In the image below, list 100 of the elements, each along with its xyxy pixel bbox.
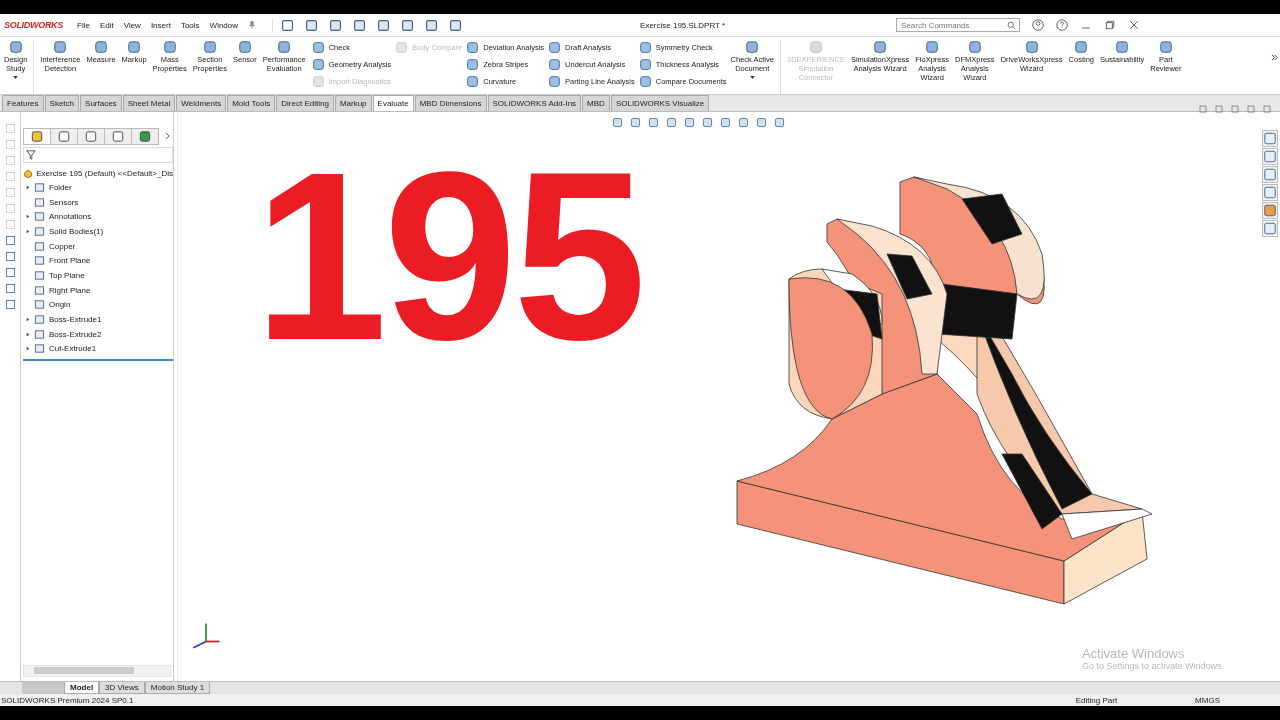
help-icon[interactable]	[1056, 19, 1069, 31]
caret-icon[interactable]	[13, 76, 19, 79]
tool-icon	[548, 75, 562, 88]
toolbar-icon[interactable]	[353, 18, 367, 32]
panel-tab-icon[interactable]	[23, 127, 51, 145]
search-icon[interactable]	[1007, 20, 1017, 30]
view-tool-icon[interactable]	[755, 115, 768, 129]
ribbon-tab[interactable]: MBD	[582, 95, 610, 111]
view-tool-icon[interactable]	[719, 115, 732, 129]
restore-icon[interactable]	[1104, 19, 1117, 31]
panel-tab-icon[interactable]	[50, 127, 78, 145]
ribbon-tab[interactable]: Mold Tools	[227, 95, 276, 111]
task-pane-icon[interactable]	[1262, 166, 1278, 183]
tree-root-label[interactable]: Exercise 195 (Default) <<Default>_Dis	[36, 168, 173, 178]
view-icon[interactable]	[3, 234, 17, 247]
tool-icon	[548, 58, 562, 71]
ribbon-tab[interactable]: Markup	[334, 95, 372, 111]
tree-item[interactable]: Front Plane	[49, 256, 91, 266]
view-icon[interactable]	[3, 250, 17, 263]
ribbon-tab[interactable]: SOLIDWORKS Add-Ins	[487, 95, 582, 111]
panel-tab-icon[interactable]	[77, 127, 105, 145]
expand-arrow-icon[interactable]	[26, 317, 30, 323]
ribbon-tab[interactable]: MBD Dimensions	[414, 95, 487, 111]
tool-icon	[277, 40, 292, 54]
view-tool-icon[interactable]	[737, 115, 750, 129]
tool-icon	[638, 75, 652, 88]
toolbar-icon[interactable]	[305, 18, 319, 32]
edit-mode: Editing Part	[1075, 695, 1118, 705]
panel-tab-icon[interactable]	[131, 127, 159, 145]
tree-item[interactable]: Right Plane	[49, 285, 91, 295]
panel-tab-icon[interactable]	[104, 127, 132, 145]
view-tool-icon[interactable]	[611, 115, 624, 129]
expand-arrow-icon[interactable]	[26, 346, 30, 352]
more-icon[interactable]	[1271, 54, 1278, 61]
menu-item[interactable]: Insert	[150, 20, 171, 30]
view-icon[interactable]	[3, 266, 17, 279]
user-icon[interactable]	[1032, 19, 1045, 31]
tree-item[interactable]: Folder	[49, 182, 72, 192]
ribbon-tab[interactable]: Evaluate	[372, 95, 414, 111]
ribbon-tab[interactable]: Direct Editing	[276, 95, 334, 111]
pin-icon[interactable]	[248, 21, 257, 29]
model-tab[interactable]: 3D Views	[99, 682, 145, 694]
tree-item[interactable]: Boss-Extrude2	[49, 329, 102, 339]
task-pane-icon[interactable]	[1262, 220, 1278, 237]
task-pane-icon[interactable]	[1262, 148, 1278, 165]
ribbon-tab[interactable]: SOLIDWORKS Visualize	[610, 95, 710, 111]
view-tool-icon[interactable]	[629, 115, 642, 129]
toolbar-icon[interactable]	[449, 18, 463, 32]
chevron-icon[interactable]	[164, 132, 171, 140]
toolbar-icon[interactable]	[377, 18, 391, 32]
toolbar-icon[interactable]	[425, 18, 439, 32]
view-tool-icon[interactable]	[665, 115, 678, 129]
ribbon-tab[interactable]: Weldments	[176, 95, 227, 111]
task-pane-icon[interactable]	[1262, 202, 1278, 219]
tree-item[interactable]: Origin	[49, 300, 71, 310]
model-tab[interactable]: Motion Study 1	[144, 682, 211, 694]
ribbon-tab[interactable]: Sketch	[44, 95, 80, 111]
tool-icon	[1158, 40, 1173, 54]
feature-icon	[34, 284, 45, 296]
tree-item[interactable]: Top Plane	[49, 270, 85, 280]
expand-arrow-icon[interactable]	[26, 228, 30, 234]
menu-item[interactable]: Window	[209, 20, 239, 30]
view-icon[interactable]	[3, 298, 17, 311]
feature-icon	[34, 211, 45, 223]
ribbon-tab[interactable]: Surfaces	[80, 95, 122, 111]
unit-system[interactable]: MMGS	[1195, 695, 1220, 705]
horizontal-scrollbar[interactable]	[23, 665, 171, 677]
task-pane-icon[interactable]	[1262, 130, 1278, 147]
view-icon[interactable]	[3, 282, 17, 295]
filter-icon[interactable]	[26, 150, 36, 160]
tree-item[interactable]: Solid Bodies(1)	[49, 226, 104, 236]
tool-icon	[548, 41, 562, 54]
tree-item[interactable]: Copper	[49, 241, 76, 251]
view-tool-icon[interactable]	[701, 115, 714, 129]
tree-item[interactable]: Boss-Extrude1	[49, 315, 102, 325]
tool-icon	[745, 40, 760, 54]
tool-icon	[202, 40, 217, 54]
view-tool-icon[interactable]	[683, 115, 696, 129]
close-icon[interactable]	[1128, 19, 1141, 31]
tree-item[interactable]: Cut-Extrude1	[49, 344, 97, 354]
ribbon-tab[interactable]: Sheet Metal	[122, 95, 176, 111]
feature-icon	[34, 196, 45, 208]
tree-item[interactable]: Sensors	[49, 197, 79, 207]
menu-item[interactable]: View	[123, 20, 141, 30]
expand-arrow-icon[interactable]	[26, 184, 30, 190]
caret-icon[interactable]	[749, 76, 755, 79]
expand-arrow-icon[interactable]	[26, 214, 30, 220]
tree-item[interactable]: Annotations	[49, 212, 92, 222]
expand-arrow-icon[interactable]	[26, 331, 30, 337]
toolbar-icon[interactable]	[329, 18, 343, 32]
search-field[interactable]: Search Commands	[896, 18, 1021, 32]
menu-item[interactable]: Tools	[180, 20, 200, 30]
menu-item[interactable]: Edit	[99, 20, 114, 30]
view-tool-icon[interactable]	[773, 115, 786, 129]
ribbon-tab[interactable]: Features	[2, 95, 44, 111]
model-tab[interactable]: Model	[64, 682, 100, 694]
menu-item[interactable]: File	[77, 20, 90, 30]
view-tool-icon[interactable]	[647, 115, 660, 129]
task-pane-icon[interactable]	[1262, 184, 1278, 201]
tool-icon	[311, 58, 325, 71]
